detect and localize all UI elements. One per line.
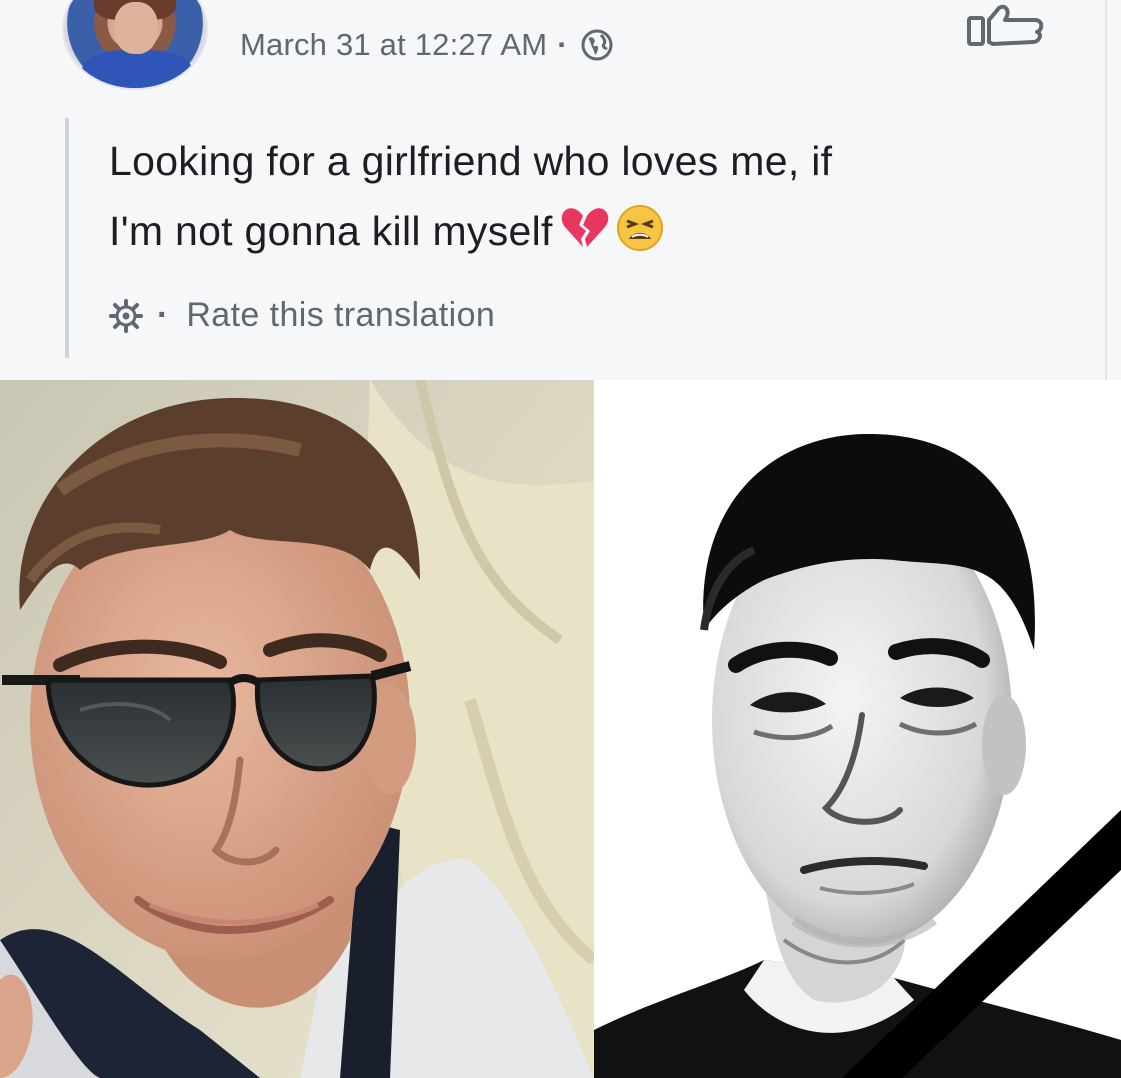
post-timestamp-link[interactable]: March 31 at 12:27 AM <box>240 27 547 63</box>
post-text-line2: I'm not gonna kill myself <box>109 208 553 254</box>
post-meta: March 31 at 12:27 AM · <box>240 22 614 68</box>
avatar-shirt <box>82 50 192 88</box>
photo-memorial-bw <box>594 380 1121 1078</box>
profile-avatar[interactable] <box>62 0 208 90</box>
weary-face-emoji <box>615 203 665 253</box>
photo-sunglasses <box>0 380 594 1078</box>
translation-row: · Rate this translation <box>109 296 495 335</box>
meme-page: March 31 at 12:27 AM · Looking for a gir… <box>0 0 1121 1078</box>
translation-separator: · <box>157 296 169 334</box>
avatar-face <box>114 2 158 54</box>
globe-icon[interactable] <box>580 28 614 62</box>
broken-heart-emoji <box>559 203 609 253</box>
thumbs-up-icon[interactable] <box>965 4 1047 48</box>
post-body: Looking for a girlfriend who loves me, i… <box>65 118 1065 358</box>
rate-translation-link[interactable]: Rate this translation <box>186 296 495 335</box>
post-text: Looking for a girlfriend who loves me, i… <box>109 118 1065 266</box>
post-text-line1: Looking for a girlfriend who loves me, i… <box>109 138 833 184</box>
facebook-post-card: March 31 at 12:27 AM · Looking for a gir… <box>0 0 1121 380</box>
meta-separator: · <box>557 27 568 62</box>
gear-icon[interactable] <box>109 298 143 333</box>
